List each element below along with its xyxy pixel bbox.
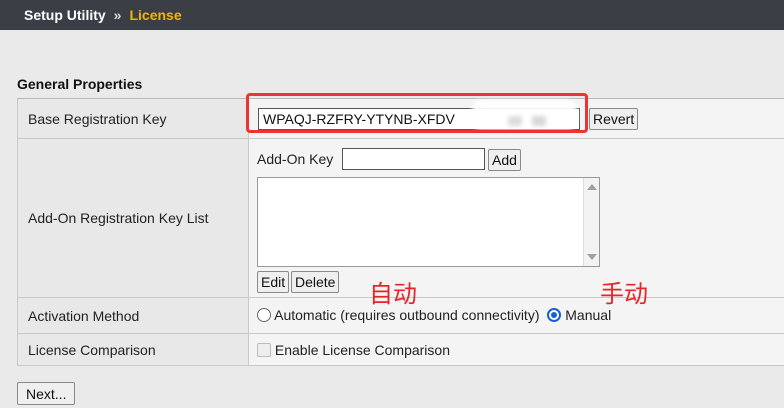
addon-value-cell: Add-On Key Add Edit Delete [249, 139, 784, 297]
addon-key-listbox[interactable] [257, 177, 600, 267]
listbox-scrollbar[interactable] [583, 178, 599, 266]
breadcrumb-separator: » [113, 7, 122, 23]
enable-comparison-label[interactable]: Enable License Comparison [275, 342, 450, 358]
addon-label: Add-On Registration Key List [17, 139, 249, 297]
section-title: General Properties [17, 76, 143, 92]
revert-button[interactable]: Revert [589, 108, 639, 130]
breadcrumb: Setup Utility » License [0, 0, 784, 30]
comparison-row: License Comparison Enable License Compar… [17, 334, 784, 366]
general-properties-table: Base Registration Key Revert Add-On Regi… [17, 98, 784, 366]
automatic-radio[interactable] [257, 308, 271, 322]
automatic-radio-label[interactable]: Automatic (requires outbound connectivit… [274, 307, 539, 323]
edit-button[interactable]: Edit [257, 271, 290, 293]
addon-key-label: Add-On Key [257, 151, 334, 167]
redaction-blur [472, 100, 577, 130]
next-button[interactable]: Next... [17, 382, 76, 405]
activation-label: Activation Method [17, 298, 249, 333]
breadcrumb-root[interactable]: Setup Utility [24, 7, 106, 23]
comparison-label: License Comparison [17, 334, 249, 365]
add-button[interactable]: Add [488, 149, 521, 171]
delete-button[interactable]: Delete [291, 271, 340, 293]
scroll-down-icon[interactable] [587, 254, 597, 260]
annotation-auto: 自动 [369, 280, 417, 308]
manual-radio-label[interactable]: Manual [565, 307, 611, 323]
base-key-label: Base Registration Key [17, 99, 249, 138]
manual-radio[interactable] [547, 308, 562, 322]
annotation-manual: 手动 [600, 280, 648, 308]
breadcrumb-current: License [129, 7, 182, 23]
scroll-up-icon[interactable] [587, 184, 597, 190]
base-key-row: Base Registration Key Revert [17, 99, 784, 139]
activation-value-cell: Automatic (requires outbound connectivit… [249, 298, 784, 333]
addon-key-input[interactable] [342, 148, 485, 170]
enable-comparison-checkbox[interactable] [257, 343, 271, 357]
comparison-value-cell: Enable License Comparison [249, 334, 784, 365]
